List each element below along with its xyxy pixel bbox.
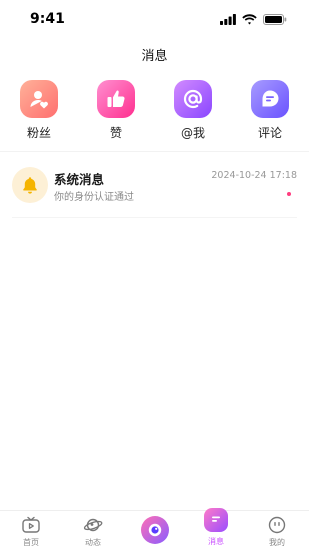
camera-lens-icon	[141, 516, 169, 544]
tab-feed[interactable]: 动态	[68, 514, 118, 548]
message-item-system[interactable]: 系统消息 你的身份认证通过 2024-10-24 17:18	[12, 164, 297, 216]
tab-camera[interactable]	[130, 514, 180, 544]
message-title: 系统消息	[54, 172, 105, 187]
quick-actions: 粉丝 赞 @我 评论	[0, 80, 309, 142]
status-icons	[220, 14, 287, 25]
thumbs-up-icon	[97, 80, 135, 118]
quick-action-label: 粉丝	[26, 126, 51, 140]
status-time: 9:41	[30, 11, 65, 27]
wifi-icon	[242, 14, 257, 25]
quick-action-label: @我	[180, 126, 205, 140]
message-preview: 你的身份认证通过	[54, 192, 134, 203]
signal-icon	[220, 14, 236, 25]
quick-action-fans[interactable]: 粉丝	[9, 80, 69, 141]
tab-label: 首页	[23, 538, 39, 547]
battery-icon	[263, 14, 287, 25]
unread-dot	[287, 192, 291, 196]
message-timestamp: 2024-10-24 17:18	[211, 170, 297, 181]
profile-face-icon	[266, 514, 288, 536]
tab-label: 我的	[269, 538, 285, 547]
bell-icon	[12, 167, 48, 203]
message-icon	[204, 508, 228, 532]
quick-action-label: 赞	[109, 126, 122, 140]
divider	[12, 217, 297, 218]
quick-action-likes[interactable]: 赞	[86, 80, 146, 141]
quick-action-label: 评论	[257, 126, 282, 140]
status-bar: 9:41	[0, 0, 309, 40]
tab-home[interactable]: 首页	[6, 514, 56, 548]
tab-messages[interactable]: 消息	[191, 508, 241, 547]
tab-profile[interactable]: 我的	[252, 514, 302, 548]
tab-label: 动态	[85, 538, 101, 547]
quick-action-mentions[interactable]: @我	[163, 80, 223, 141]
divider	[0, 151, 309, 152]
bottom-tab-bar: 首页 动态 消息 我的	[0, 508, 309, 550]
fans-icon	[20, 80, 58, 118]
at-icon	[174, 80, 212, 118]
page-title: 消息	[141, 49, 168, 64]
tv-home-icon	[20, 514, 42, 536]
planet-icon	[82, 514, 104, 536]
quick-action-comments[interactable]: 评论	[240, 80, 300, 141]
comment-icon	[251, 80, 289, 118]
tab-label: 消息	[208, 537, 224, 546]
